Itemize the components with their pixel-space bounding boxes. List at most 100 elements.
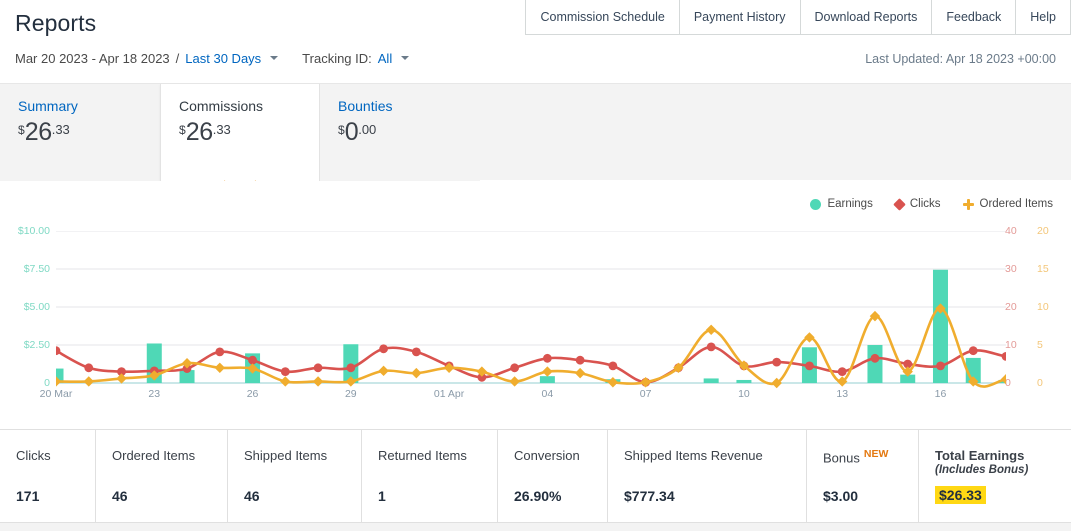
tracking-id-value[interactable]: All xyxy=(378,51,392,66)
ordered-items-point[interactable] xyxy=(312,376,324,387)
legend-label: Ordered Items xyxy=(979,198,1054,210)
ordered-items-point[interactable] xyxy=(607,377,619,388)
stat-header: Clicks xyxy=(16,448,95,463)
clicks-point[interactable] xyxy=(280,367,290,376)
currency-symbol: $ xyxy=(18,123,25,137)
chart-legend: Earnings Clicks Ordered Items xyxy=(810,197,1054,211)
clicks-point[interactable] xyxy=(837,367,847,376)
ordered-items-point[interactable] xyxy=(640,377,651,388)
clicks-point[interactable] xyxy=(510,363,520,373)
amount-cents: .33 xyxy=(212,122,231,137)
ordered-items-point[interactable] xyxy=(509,376,520,387)
stat-header-text: Shipped Items Revenue xyxy=(624,448,763,463)
stat-value: 46 xyxy=(112,488,128,504)
date-preset-link[interactable]: Last 30 Days xyxy=(185,51,261,66)
stat-value: 1 xyxy=(378,488,386,504)
ordered-items-axis-tick: 15 xyxy=(1037,263,1049,275)
clicks-point[interactable] xyxy=(805,361,814,371)
clicks-point[interactable] xyxy=(542,353,552,363)
topnav-item-commission-schedule[interactable]: Commission Schedule xyxy=(525,0,679,34)
x-axis-labels: 20 Mar 23 26 29 01 Apr 04 07 10 13 16 xyxy=(40,388,1006,404)
clicks-point[interactable] xyxy=(608,361,618,371)
summary-cards: Summary $26.33 Commissions $26.33 Bounties $0… xyxy=(0,83,1071,194)
clicks-point[interactable] xyxy=(772,357,782,367)
stat-cell-clicks: Clicks 171 xyxy=(0,430,96,522)
x-axis-tick-label: 29 xyxy=(344,388,357,400)
x-axis-tick-label: 07 xyxy=(639,388,652,400)
clicks-point[interactable] xyxy=(215,347,225,357)
amount-whole: 0 xyxy=(344,118,359,146)
earnings-bar[interactable] xyxy=(867,345,883,383)
clicks-point[interactable] xyxy=(411,347,421,357)
clicks-axis-tick: 10 xyxy=(1005,339,1017,351)
stat-header: Shipped Items Revenue xyxy=(624,448,806,463)
amount-whole: 26 xyxy=(24,118,52,146)
ordered-items-axis-tick: 5 xyxy=(1037,339,1043,351)
clicks-point[interactable] xyxy=(870,353,880,363)
ordered-items-point[interactable] xyxy=(280,376,291,387)
stat-cell-shipped-items: Shipped Items 46 xyxy=(228,430,362,522)
legend-item-clicks[interactable]: Clicks xyxy=(892,197,941,211)
summary-card-bounties[interactable]: Bounties $0.00 xyxy=(320,84,480,181)
ordered-items-point[interactable] xyxy=(574,367,586,379)
ordered-items-point[interactable] xyxy=(411,367,422,379)
chevron-down-icon-date[interactable] xyxy=(270,56,279,60)
ordered-items-axis-tick: 0 xyxy=(1037,377,1043,389)
clicks-point[interactable] xyxy=(379,344,388,354)
topnav-item-feedback[interactable]: Feedback xyxy=(931,0,1016,34)
summary-card-amount: $0.00 xyxy=(338,120,480,145)
clicks-point[interactable] xyxy=(1001,352,1011,361)
x-axis-tick-label: 26 xyxy=(246,388,259,400)
clicks-point[interactable] xyxy=(575,355,585,365)
earnings-bar[interactable] xyxy=(736,379,752,383)
chevron-down-icon-tracking[interactable] xyxy=(401,56,410,60)
earnings-axis-tick: $7.50 xyxy=(23,263,50,275)
ordered-items-point[interactable] xyxy=(83,376,94,387)
chart-plot-area[interactable] xyxy=(48,230,1047,389)
legend-label: Clicks xyxy=(909,198,941,210)
ordered-items-point[interactable] xyxy=(378,365,389,377)
amount-cents: .00 xyxy=(358,122,377,137)
stat-header-text: Ordered Items xyxy=(112,448,196,463)
clicks-point[interactable] xyxy=(248,355,257,365)
ordered-items-point[interactable] xyxy=(705,324,717,335)
cross-marker-icon xyxy=(962,198,974,210)
earnings-bar[interactable] xyxy=(539,376,555,383)
summary-card-commissions[interactable]: Commissions $26.33 xyxy=(160,84,320,194)
legend-item-ordered-items[interactable]: Ordered Items xyxy=(962,198,1054,210)
stat-cell-bonus: Bonus NEW $3.00 xyxy=(807,430,919,522)
currency-symbol: $ xyxy=(338,123,345,137)
stat-value: 26.90% xyxy=(514,488,562,504)
ordered-items-point[interactable] xyxy=(214,362,225,373)
earnings-axis-tick: 0 xyxy=(44,377,50,389)
clicks-point[interactable] xyxy=(313,363,323,373)
ordered-items-point[interactable] xyxy=(804,332,815,343)
last-updated-text: Last Updated: Apr 18 2023 +00:00 xyxy=(865,52,1056,66)
clicks-point[interactable] xyxy=(84,363,94,373)
stat-header: Conversion xyxy=(514,448,607,463)
clicks-point[interactable] xyxy=(706,342,716,352)
stat-header: Shipped Items xyxy=(244,448,361,463)
new-badge: NEW xyxy=(863,448,889,460)
topnav-item-help[interactable]: Help xyxy=(1015,0,1071,34)
summary-card-summary[interactable]: Summary $26.33 xyxy=(0,84,160,181)
x-axis-tick-label: 20 Mar xyxy=(39,388,73,400)
x-axis-tick-label: 13 xyxy=(836,388,849,400)
clicks-point[interactable] xyxy=(346,363,356,373)
clicks-point[interactable] xyxy=(968,346,978,356)
clicks-point[interactable] xyxy=(936,361,945,371)
ordered-items-point[interactable] xyxy=(542,366,553,377)
stat-header: Bonus NEW xyxy=(823,448,918,465)
clicks-axis-tick: 30 xyxy=(1005,263,1017,275)
legend-label: Earnings xyxy=(827,198,873,210)
legend-item-earnings[interactable]: Earnings xyxy=(810,198,873,210)
topnav-item-payment-history[interactable]: Payment History xyxy=(678,0,800,34)
stat-header: Total Earnings xyxy=(935,448,1071,463)
tracking-id-label: Tracking ID: xyxy=(302,51,372,66)
stat-cell-returned-items: Returned Items 1 xyxy=(362,430,498,522)
ordered-items-point[interactable] xyxy=(116,373,127,384)
stat-value: $777.34 xyxy=(624,488,675,504)
top-navigation: Commission Schedule Payment History Downlo… xyxy=(525,0,1071,35)
topnav-item-download-reports[interactable]: Download Reports xyxy=(799,0,932,34)
earnings-bar[interactable] xyxy=(703,378,719,383)
